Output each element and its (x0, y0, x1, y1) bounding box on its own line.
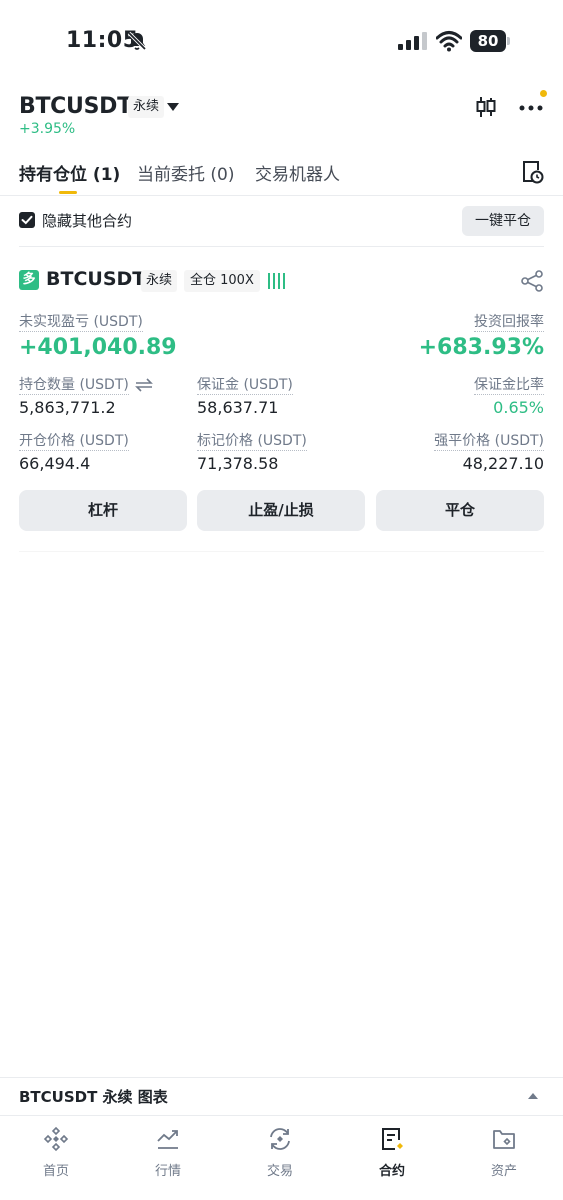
divider (19, 246, 544, 247)
order-history-icon[interactable] (520, 160, 544, 184)
margin-ratio-label[interactable]: 保证金比率 (474, 377, 544, 395)
mark-price-label[interactable]: 标记价格 (USDT) (197, 433, 307, 451)
margin-leverage-tag: 全仓 100X (184, 270, 260, 292)
nav-label-wallet: 资产 (490, 1164, 517, 1179)
position-contract-tag: 永续 (141, 270, 178, 292)
status-bar: 11:05 80 (0, 0, 563, 84)
share-icon[interactable] (520, 270, 544, 292)
chevron-down-icon[interactable] (167, 103, 179, 111)
notification-dot (540, 90, 547, 97)
divider (0, 195, 563, 196)
tab-positions[interactable]: 持有仓位 (1) (19, 160, 120, 185)
position-symbol[interactable]: BTCUSDT (46, 268, 145, 290)
home-icon (43, 1126, 69, 1152)
roe-label[interactable]: 投资回报率 (474, 314, 544, 332)
position-size-label[interactable]: 持仓数量 (USDT) (19, 377, 129, 395)
nav-item-home[interactable]: 首页 (0, 1116, 112, 1186)
active-tab-indicator (59, 191, 77, 194)
check-icon (21, 215, 33, 225)
risk-level-icon[interactable] (267, 272, 287, 290)
hide-others-label[interactable]: 隐藏其他合约 (42, 210, 132, 231)
chart-toggle[interactable]: BTCUSDT 永续 图表 (19, 1086, 168, 1107)
more-icon[interactable] (518, 96, 544, 118)
trade-icon (270, 1128, 290, 1150)
margin-value: 58,637.71 (197, 398, 279, 417)
tab-trading-bots[interactable]: 交易机器人 (255, 160, 340, 185)
entry-price-value: 66,494.4 (19, 454, 91, 473)
nav-item-markets[interactable]: 行情 (112, 1116, 224, 1186)
liquidation-price-value: 48,227.10 (462, 454, 544, 473)
entry-price-label[interactable]: 开仓价格 (USDT) (19, 433, 129, 451)
battery-level: 80 (470, 30, 506, 52)
wallet-icon (493, 1130, 515, 1149)
margin-ratio-value: 0.65% (493, 398, 544, 417)
candlestick-chart-icon[interactable] (474, 95, 498, 119)
margin-label[interactable]: 保证金 (USDT) (197, 377, 293, 395)
battery-tip (507, 37, 510, 45)
markets-icon (157, 1130, 178, 1149)
swap-icon[interactable] (135, 378, 154, 392)
nav-item-futures[interactable]: 合约 (336, 1116, 448, 1186)
bottom-nav: 首页 行情 交易 合约 资产 (0, 1115, 563, 1200)
liquidation-price-label[interactable]: 强平价格 (USDT) (434, 433, 544, 451)
bell-muted-icon (127, 31, 147, 51)
nav-label-markets: 行情 (154, 1164, 181, 1179)
close-all-button[interactable]: 一键平仓 (462, 206, 544, 236)
position-size-value: 5,863,771.2 (19, 398, 116, 417)
battery-icon: 80 (470, 30, 510, 52)
futures-icon (382, 1128, 403, 1150)
contract-type-tag: 永续 (128, 96, 165, 118)
divider (0, 1077, 563, 1078)
symbol-selector[interactable]: BTCUSDT (19, 94, 132, 119)
nav-label-futures: 合约 (378, 1164, 405, 1179)
wifi-icon (436, 31, 462, 52)
cellular-signal-icon (398, 32, 427, 50)
long-badge: 多 (19, 270, 39, 290)
hide-others-checkbox[interactable] (19, 212, 35, 228)
chevron-up-icon[interactable] (528, 1093, 538, 1099)
nav-item-wallet[interactable]: 资产 (448, 1116, 560, 1186)
tp-sl-button[interactable]: 止盈/止损 (197, 490, 365, 531)
price-change: +3.95% (19, 121, 76, 137)
tab-open-orders[interactable]: 当前委托 (0) (137, 160, 234, 185)
unrealized-pnl-value: +401,040.89 (19, 335, 177, 360)
unrealized-pnl-label[interactable]: 未实现盈亏 (USDT) (19, 314, 143, 332)
leverage-button[interactable]: 杠杆 (19, 490, 187, 531)
close-position-button[interactable]: 平仓 (376, 490, 544, 531)
divider (19, 551, 544, 552)
roe-value: +683.93% (418, 335, 544, 360)
mark-price-value: 71,378.58 (197, 454, 279, 473)
nav-label-home: 首页 (42, 1164, 69, 1179)
nav-label-trade: 交易 (266, 1164, 293, 1179)
nav-item-trade[interactable]: 交易 (224, 1116, 336, 1186)
